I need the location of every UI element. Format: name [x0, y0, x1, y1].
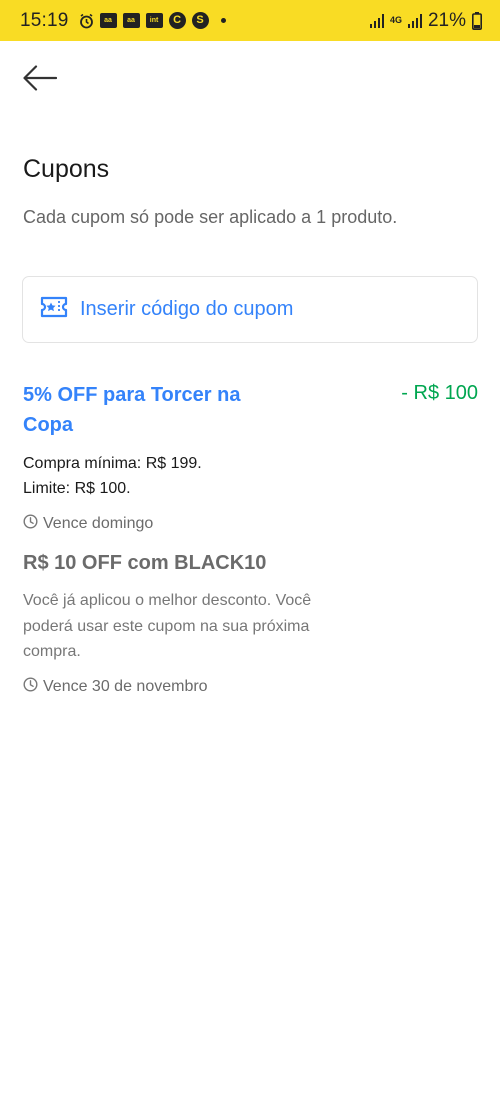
- coupon-expiry: Vence 30 de novembro: [23, 676, 479, 697]
- network-type-icon: 4G: [390, 16, 402, 25]
- clock-icon: [23, 514, 38, 534]
- status-time: 15:19: [20, 9, 69, 31]
- battery-icon: [472, 11, 482, 30]
- coupon-note: Você já aplicou o melhor desconto. Você …: [23, 592, 312, 660]
- browser-icon: C: [168, 12, 186, 29]
- coupon-expiry-label: Vence 30 de novembro: [43, 677, 208, 695]
- battery-level: 21%: [427, 9, 466, 31]
- s-icon: S: [191, 12, 209, 29]
- coupon-title: 5% OFF para Torcer na Copa: [23, 384, 241, 436]
- inter-icon: int: [145, 13, 163, 28]
- ticket-star-icon: [40, 296, 68, 323]
- coupon-expiry-label: Vence domingo: [43, 515, 154, 532]
- page-subtitle: Cada cupom só pode ser aplicado a 1 prod…: [23, 207, 398, 227]
- back-button[interactable]: [20, 62, 60, 98]
- status-right: 4G 21%: [369, 9, 482, 32]
- page-title: Cupons: [23, 155, 110, 183]
- insert-coupon-code-label: Inserir código do cupom: [80, 298, 294, 320]
- coupon-title-row: 5% OFF para Torcer na Copa - R$ 100: [23, 380, 479, 440]
- coupon-card[interactable]: R$ 10 OFF com BLACK10 Você já aplicou o …: [23, 548, 479, 697]
- network-type-label: 4G: [389, 15, 402, 25]
- coupon-discount: - R$ 100: [401, 382, 478, 404]
- back-arrow-icon: [23, 64, 58, 96]
- coupon-expiry: Vence domingo: [23, 514, 479, 534]
- coupon-conditions: Compra mínima: R$ 199. Limite: R$ 100.: [23, 451, 479, 501]
- coupon-title-row: R$ 10 OFF com BLACK10: [23, 548, 479, 578]
- status-left: 15:19 aa aa int C S: [20, 10, 226, 32]
- more-notifications-dot: [220, 18, 226, 23]
- signal-icon: [369, 13, 384, 28]
- clock-icon: [23, 676, 38, 697]
- insert-coupon-code-button[interactable]: Inserir código do cupom: [22, 276, 478, 343]
- status-bar: 15:19 aa aa int C S 4G 21%: [0, 0, 500, 41]
- app-badge-icon: aa: [99, 13, 117, 28]
- signal-icon: [407, 13, 422, 28]
- app-badge-icon: aa: [122, 13, 140, 28]
- coupon-title: R$ 10 OFF com BLACK10: [23, 552, 267, 574]
- coupon-limit: Limite: R$ 100.: [23, 480, 131, 497]
- alarm-icon: [79, 13, 94, 29]
- coupon-card[interactable]: 5% OFF para Torcer na Copa - R$ 100 Comp…: [23, 380, 479, 534]
- coupon-minimum-purchase: Compra mínima: R$ 199.: [23, 455, 202, 472]
